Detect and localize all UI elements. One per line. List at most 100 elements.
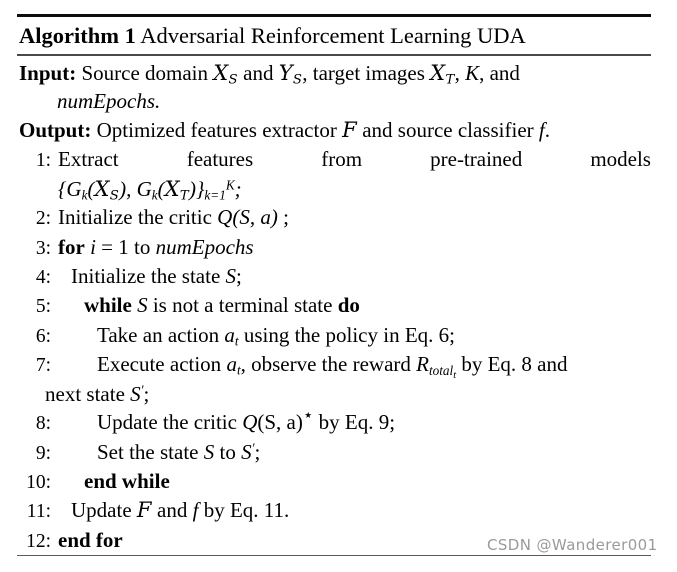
algorithm-block: Algorithm 1 Adversarial Reinforcement Le… [17, 14, 651, 557]
step-row: 11: Update F and f by Eq. 11. [17, 496, 651, 525]
step-4-text-a: Initialize the state [71, 264, 226, 288]
step-4-state-symbol: S [225, 264, 237, 288]
step-9-text-c: ; [254, 439, 261, 464]
input-text-c: , target images [302, 60, 431, 85]
step-6-action-symbol: a [224, 322, 235, 347]
step-7-reward-subscript: totalt [428, 362, 456, 381]
step-number: 6: [35, 325, 51, 347]
step-8-text-b: by Eq. 9; [313, 410, 396, 435]
step-body: for i = 1 to numEpochs [58, 233, 651, 262]
output-text-c: . [544, 117, 550, 142]
step-1-word-0: Extract [58, 147, 119, 172]
step-9-text-a: Set the state [97, 439, 204, 464]
output-line: Output: Optimized features extractor F a… [17, 116, 651, 145]
input-text-e: , and [479, 60, 520, 85]
step-4-text-b: ; [236, 264, 242, 288]
step-1-word-2: from [321, 147, 363, 172]
input-text-a: Source domain [81, 60, 214, 85]
step-body: Take an action at using the policy in Eq… [58, 321, 651, 350]
step-row: 5: while S is not a terminal state do [17, 291, 651, 320]
step-row: 1: Extract features from pre-trained mod… [17, 145, 651, 174]
step-row: 3: for i = 1 to numEpochs [17, 233, 651, 262]
step-row: 2: Initialize the critic Q(S, a) ; [17, 203, 651, 232]
symbol-k: K [465, 60, 480, 85]
step-11-text-a: Update [71, 498, 137, 523]
symbol-x-source: X [213, 60, 229, 85]
step-5-keyword-do: do [337, 293, 360, 318]
step-number: 1: [35, 150, 51, 172]
step-7-text-c: by Eq. 8 and [456, 352, 568, 377]
step-body: Execute action at, observe the reward Rt… [58, 350, 651, 381]
step-body: Initialize the critic Q(S, a) ; [58, 203, 651, 232]
step-5-text-a: is not a terminal state [147, 293, 338, 318]
subscript-source-2: S [292, 72, 303, 88]
step-number: 8: [35, 413, 51, 435]
step-11-text-c: by Eq. 11. [198, 498, 290, 523]
step-7-continuation: next state S′; [17, 380, 651, 409]
step-5-keyword-while: while [84, 293, 132, 318]
step-6-text-a: Take an action [97, 322, 225, 347]
step-9-text-b: to [214, 439, 242, 464]
step-number: 4: [35, 267, 51, 288]
step-8-critic-symbol: Q [242, 410, 258, 435]
step-2-critic-math: Q(S, a) [217, 205, 278, 230]
step-1-word-3: pre-trained [430, 147, 523, 172]
algorithm-title: Algorithm 1 Adversarial Reinforcement Le… [17, 17, 651, 54]
step-6-text-b: using the policy in Eq. 6; [238, 322, 455, 347]
step-7-next-state-symbol: S [130, 381, 141, 406]
step-body: Set the state S to S′; [58, 438, 651, 467]
step-7-text-b: , observe the reward [240, 352, 417, 377]
step-11-extractor-symbol: F [136, 498, 152, 523]
step-7-action-symbol: a [226, 352, 237, 377]
input-text-d: , [454, 60, 466, 85]
subscript-source: S [228, 72, 238, 88]
step-7-reward-sub-total: total [428, 362, 454, 378]
step-8-star-superscript: ⋆ [302, 405, 314, 425]
input-label: Input: [19, 60, 77, 85]
step-number: 9: [35, 442, 51, 464]
step-number: 2: [35, 208, 51, 230]
input-continuation: numEpochs. [17, 87, 651, 116]
step-body: Update F and f by Eq. 11. [58, 496, 651, 525]
step-row: 6: Take an action at using the policy in… [17, 321, 651, 350]
step-3-equals: = 1 [95, 234, 135, 259]
symbol-x-target: X [430, 60, 446, 85]
step-11-text-b: and [151, 498, 193, 523]
step-3-num-epochs: numEpochs [155, 234, 254, 259]
step-7-cont-text-a: next state [45, 381, 131, 406]
step-number: 12: [26, 530, 51, 552]
step-number: 10: [26, 471, 51, 493]
step-body: end while [58, 467, 651, 496]
io-block: Input: Source domain XS and YS, target i… [17, 56, 651, 145]
step-row: 9: Set the state S to S′; [17, 438, 651, 467]
subscript-target: T [445, 72, 455, 88]
step-7-reward-symbol: R [416, 352, 429, 377]
step-9-state-symbol: S [203, 439, 215, 464]
step-5-state-symbol: S [137, 293, 148, 318]
input-text-b: and [237, 60, 279, 85]
step-3-to: to [134, 234, 156, 259]
algorithm-steps: 1: Extract features from pre-trained mod… [17, 144, 651, 555]
step-row: 7: Execute action at, observe the reward… [17, 350, 651, 381]
step-1-continuation: {Gk(XS), Gk(XT)}k=1K; [58, 176, 242, 204]
step-1-word-4: models [590, 147, 651, 172]
step-row: 10: end while [17, 467, 651, 496]
step-7-cont-text-b: ; [143, 381, 150, 406]
step-3-keyword-for: for [58, 234, 85, 259]
step-number: 5: [35, 296, 51, 318]
input-line: Input: Source domain XS and YS, target i… [17, 59, 651, 88]
step-number: 11: [26, 501, 51, 523]
step-10-keyword-end-while: end while [84, 468, 170, 493]
step-2-text-b: ; [277, 205, 289, 230]
step-body: Initialize the state S; [58, 262, 651, 291]
step-12-keyword-end-for: end for [58, 527, 123, 552]
symbol-f-extractor: F [342, 117, 357, 142]
step-1-word-1: features [186, 147, 254, 172]
step-1-justified-line: Extract features from pre-trained models [58, 145, 651, 174]
output-text-b: and source classifier [356, 117, 539, 142]
num-epochs-symbol: numEpochs. [57, 89, 161, 114]
step-8-critic-args: (S, a) [257, 410, 303, 435]
step-9-next-state-symbol: S [241, 439, 252, 464]
step-8-text-a: Update the critic [97, 410, 243, 435]
step-row: 4: Initialize the state S; [17, 262, 651, 291]
